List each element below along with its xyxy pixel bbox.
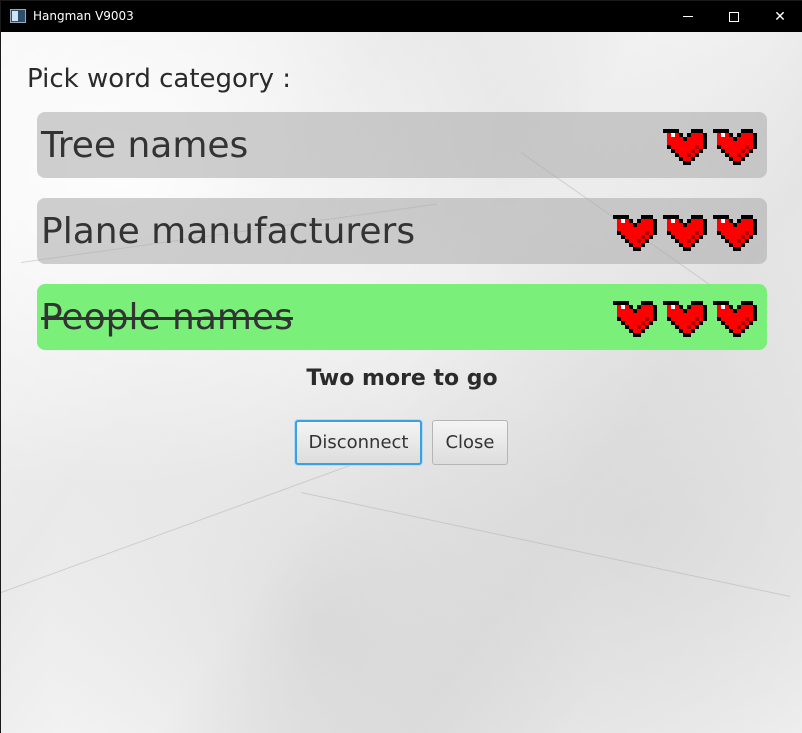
heart-icon <box>713 215 757 251</box>
title-bar[interactable]: Hangman V9003 ✕ <box>1 1 802 32</box>
paper-crease <box>1 462 359 593</box>
close-icon: ✕ <box>774 8 786 25</box>
game-panel: Pick word category : Tree names Plane ma… <box>1 32 802 733</box>
category-tree-names[interactable]: Tree names <box>37 112 767 178</box>
close-button[interactable]: Close <box>432 420 508 465</box>
heart-icon <box>663 129 707 165</box>
minimize-icon <box>683 16 693 17</box>
hearts <box>613 297 757 337</box>
status-text: Two more to go <box>306 366 498 391</box>
heart-icon <box>613 215 657 251</box>
paper-crease <box>300 492 791 597</box>
heart-icon <box>713 301 757 337</box>
heart-icon <box>713 129 757 165</box>
app-window: Hangman V9003 ✕ Pick word category : Tre… <box>0 0 802 733</box>
heart-icon <box>663 301 707 337</box>
window-title: Hangman V9003 <box>33 9 134 23</box>
hearts <box>663 125 757 165</box>
maximize-button[interactable] <box>711 1 757 32</box>
category-label: Tree names <box>41 124 249 166</box>
hearts <box>613 211 757 251</box>
disconnect-button[interactable]: Disconnect <box>295 420 422 465</box>
page-title: Pick word category : <box>27 64 292 94</box>
maximize-icon <box>729 11 739 22</box>
heart-icon <box>663 215 707 251</box>
app-window-icon <box>10 9 26 23</box>
minimize-button[interactable] <box>665 1 711 32</box>
heart-icon <box>613 301 657 337</box>
category-label: Plane manufacturers <box>41 210 416 252</box>
category-label: People names <box>41 296 293 338</box>
category-plane-manufacturers[interactable]: Plane manufacturers <box>37 198 767 264</box>
category-people-names[interactable]: People names <box>37 284 767 350</box>
close-window-button[interactable]: ✕ <box>757 1 802 32</box>
